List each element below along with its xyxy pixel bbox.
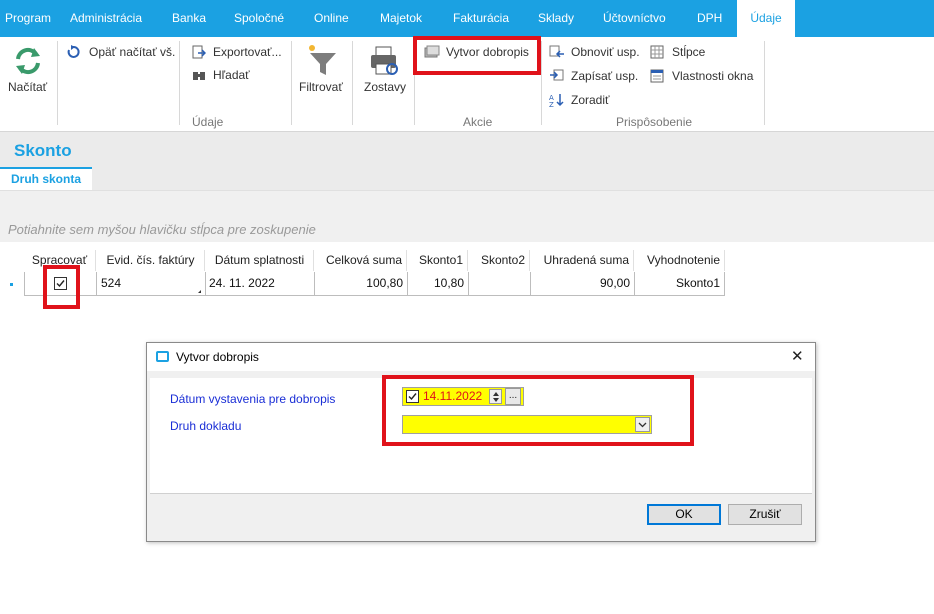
- cell-datum-text: 24. 11. 2022: [209, 276, 275, 290]
- cell-vyhodnotenie[interactable]: Skonto1: [635, 272, 725, 296]
- col-header-skonto1[interactable]: Skonto1: [408, 250, 468, 271]
- highlight-vytvor-dobropis: [413, 36, 541, 75]
- ribbon-separator: [57, 41, 58, 125]
- hladat-button[interactable]: Hľadať: [213, 68, 250, 82]
- export-icon: [192, 45, 207, 62]
- cell-uhradena[interactable]: 90,00: [531, 272, 635, 296]
- nacitat-button[interactable]: Načítať: [8, 80, 47, 94]
- cell-vyhodnotenie-text: Skonto1: [675, 276, 720, 290]
- menu-udaje[interactable]: Údaje: [737, 0, 795, 37]
- group-label-udaje: Údaje: [192, 115, 224, 129]
- menu-banka[interactable]: Banka: [172, 0, 206, 37]
- highlight-dialog-fields: [382, 375, 694, 446]
- printer-icon[interactable]: [368, 45, 400, 80]
- page-title: Skonto: [14, 141, 72, 160]
- refresh-icon[interactable]: [12, 45, 44, 80]
- binoculars-icon: [192, 68, 206, 85]
- cell-skonto1-text: 10,80: [433, 276, 464, 290]
- group-label-prisposobenie: Prispôsobenie: [616, 115, 693, 129]
- save-layout-icon: [549, 69, 565, 86]
- zostavy-button[interactable]: Zostavy: [364, 80, 406, 94]
- tab-druh-skonta[interactable]: Druh skonta: [0, 167, 92, 190]
- group-hint-text: Potiahnite sem myšou hlavičku stĺpca pre…: [8, 222, 316, 237]
- cell-evid[interactable]: 524: [97, 272, 206, 296]
- stlpce-button[interactable]: Stĺpce: [672, 45, 705, 59]
- cell-skonto2[interactable]: [469, 272, 531, 296]
- menu-program[interactable]: Program: [5, 0, 51, 37]
- zapisat-usp-button[interactable]: Zapísať usp.: [571, 69, 638, 83]
- group-label-akcie: Akcie: [463, 115, 493, 129]
- exportovat-button[interactable]: Exportovať...: [213, 45, 282, 59]
- ribbon-separator: [541, 41, 542, 125]
- highlight-spracovat-checkbox: [43, 265, 80, 309]
- columns-icon: [650, 45, 664, 62]
- menu-fakturacia[interactable]: Fakturácia: [453, 0, 509, 37]
- col-header-celkova[interactable]: Celková suma: [315, 250, 407, 271]
- cell-celkova-text: 100,80: [366, 276, 403, 290]
- label-datum-vystavenia: Dátum vystavenia pre dobropis: [170, 392, 336, 406]
- cancel-button[interactable]: Zrušiť: [728, 504, 802, 525]
- ribbon-separator: [291, 41, 292, 125]
- obnovit-usp-button[interactable]: Obnoviť usp.: [571, 45, 640, 59]
- dialog-titlebar: Vytvor dobropis ✕: [147, 343, 815, 371]
- ribbon-separator: [179, 41, 180, 125]
- cell-uhradena-text: 90,00: [599, 276, 630, 290]
- menu-uctovnictvo[interactable]: Účtovníctvo: [603, 0, 666, 37]
- ribbon-separator: [764, 41, 765, 125]
- restore-layout-icon: [549, 45, 565, 62]
- vlastnosti-okna-button[interactable]: Vlastnosti okna: [672, 69, 753, 83]
- menu-administracia[interactable]: Administrácia: [70, 0, 142, 37]
- col-header-vyhodnotenie[interactable]: Vyhodnotenie: [635, 250, 725, 271]
- menu-sklady[interactable]: Sklady: [538, 0, 574, 37]
- section-header: [0, 132, 934, 190]
- close-icon[interactable]: ✕: [791, 347, 804, 365]
- cell-corner-marker: [198, 290, 201, 293]
- filter-icon[interactable]: [306, 43, 338, 80]
- window-icon: [156, 351, 169, 362]
- menu-majetok[interactable]: Majetok: [380, 0, 422, 37]
- main-menu-bar: Program Administrácia Banka Spoločné Onl…: [0, 0, 934, 37]
- sort-az-icon: AZ: [549, 93, 565, 110]
- menu-spolocne[interactable]: Spoločné: [234, 0, 284, 37]
- ribbon-separator: [352, 41, 353, 125]
- cell-evid-text: 524: [101, 276, 122, 290]
- col-header-datum[interactable]: Dátum splatnosti: [206, 250, 314, 271]
- col-header-skonto2[interactable]: Skonto2: [469, 250, 530, 271]
- col-header-evid[interactable]: Evid. čís. faktúry: [97, 250, 205, 271]
- svg-text:Z: Z: [549, 101, 554, 107]
- menu-dph[interactable]: DPH: [697, 0, 722, 37]
- menu-online[interactable]: Online: [314, 0, 349, 37]
- window-properties-icon: [650, 69, 664, 86]
- opat-nacitat-button[interactable]: Opäť načítať vš.: [89, 45, 175, 59]
- row-indicator: [10, 283, 13, 286]
- zoradit-button[interactable]: Zoradiť: [571, 93, 610, 107]
- col-header-uhradena[interactable]: Uhradená suma: [531, 250, 634, 271]
- filtrovat-button[interactable]: Filtrovať: [299, 80, 343, 94]
- cell-celkova[interactable]: 100,80: [315, 272, 408, 296]
- label-druh-dokladu: Druh dokladu: [170, 419, 242, 433]
- ok-button[interactable]: OK: [647, 504, 721, 525]
- dialog-title: Vytvor dobropis: [176, 350, 259, 364]
- reload-icon: [66, 45, 80, 62]
- cell-skonto1[interactable]: 10,80: [408, 272, 469, 296]
- cell-datum[interactable]: 24. 11. 2022: [206, 272, 315, 296]
